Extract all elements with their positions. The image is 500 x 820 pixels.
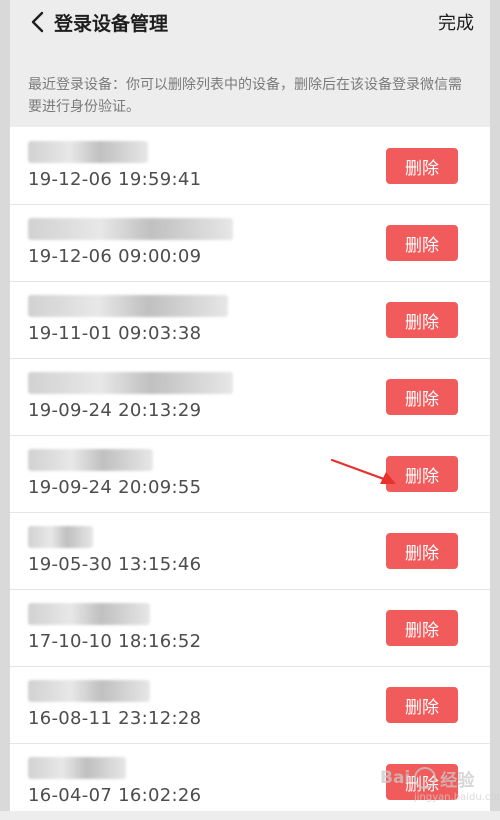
device-time: 19-09-24 20:09:55 xyxy=(28,477,202,498)
device-row: 19-12-06 19:59:41 删除 xyxy=(10,127,490,205)
device-row: 19-09-24 20:09:55 删除 xyxy=(10,435,490,513)
nav-bar: 登录设备管理 完成 xyxy=(10,0,490,44)
description-text: 最近登录设备：你可以删除列表中的设备，删除后在该设备登录微信需要进行身份验证。 xyxy=(28,77,462,115)
device-row: 19-05-30 13:15:46 删除 xyxy=(10,512,490,590)
device-list: 19-12-06 19:59:41 删除 19-12-06 09:00:09 删… xyxy=(10,127,490,811)
delete-button[interactable]: 删除 xyxy=(386,148,458,184)
back-button[interactable] xyxy=(20,0,54,44)
delete-button[interactable]: 删除 xyxy=(386,379,458,415)
device-row: 19-11-01 09:03:38 删除 xyxy=(10,281,490,359)
device-row: 19-12-06 09:00:09 删除 xyxy=(10,204,490,282)
watermark-subtext: jingyan.baidu.com xyxy=(414,792,500,803)
device-time: 19-12-06 09:00:09 xyxy=(28,246,202,267)
device-name-blurred xyxy=(28,295,228,317)
screen: 登录设备管理 完成 最近登录设备：你可以删除列表中的设备，删除后在该设备登录微信… xyxy=(0,0,500,811)
delete-button[interactable]: 删除 xyxy=(386,225,458,261)
device-name-blurred xyxy=(28,603,150,625)
chevron-left-icon xyxy=(31,11,44,33)
device-time: 19-11-01 09:03:38 xyxy=(28,323,202,344)
device-time: 17-10-10 18:16:52 xyxy=(28,631,202,652)
device-time: 16-04-07 16:02:26 xyxy=(28,785,202,806)
device-name-blurred xyxy=(28,757,126,779)
delete-button[interactable]: 删除 xyxy=(386,610,458,646)
device-name-blurred xyxy=(28,218,233,240)
device-time: 19-05-30 13:15:46 xyxy=(28,554,202,575)
device-row: 19-09-24 20:13:29 删除 xyxy=(10,358,490,436)
device-name-blurred xyxy=(28,141,148,163)
watermark: Bai 经验 xyxy=(380,760,492,796)
watermark-text-left: Bai xyxy=(380,768,411,788)
device-name-blurred xyxy=(28,680,150,702)
delete-button[interactable]: 删除 xyxy=(386,302,458,338)
device-name-blurred xyxy=(28,526,93,548)
device-name-blurred xyxy=(28,449,153,471)
delete-button[interactable]: 删除 xyxy=(386,687,458,723)
delete-button[interactable]: 删除 xyxy=(386,533,458,569)
device-row: 17-10-10 18:16:52 删除 xyxy=(10,589,490,667)
device-row: 16-08-11 23:12:28 删除 xyxy=(10,666,490,744)
device-time: 19-12-06 19:59:41 xyxy=(28,169,202,190)
watermark-text-right: 经验 xyxy=(440,770,475,791)
device-name-blurred xyxy=(28,372,233,394)
page-title: 登录设备管理 xyxy=(54,12,169,35)
done-button[interactable]: 完成 xyxy=(438,9,474,35)
paw-icon xyxy=(414,767,437,789)
device-time: 19-09-24 20:13:29 xyxy=(28,400,202,421)
device-time: 16-08-11 23:12:28 xyxy=(28,708,202,729)
right-edge xyxy=(490,0,500,811)
annotation-arrow-icon xyxy=(330,458,396,484)
left-edge xyxy=(0,0,10,811)
